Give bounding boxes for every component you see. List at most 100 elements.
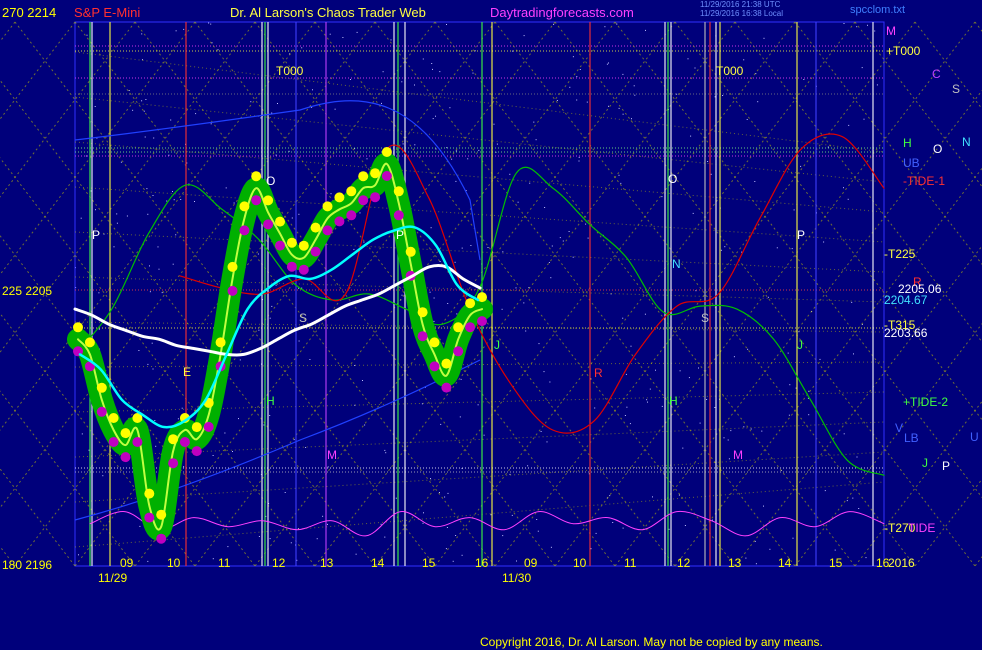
price-high-marker (310, 222, 321, 233)
price-low-marker (96, 406, 107, 417)
star-dot (145, 99, 147, 100)
chart-label-h-a: H (266, 394, 275, 408)
star-dot (175, 30, 177, 32)
site-link[interactable]: Daytradingforecasts.com (490, 6, 634, 19)
star-dot (755, 563, 757, 565)
star-dot (98, 328, 100, 330)
star-dot (634, 94, 636, 96)
star-dot (622, 317, 624, 319)
star-dot (684, 525, 686, 526)
star-dot (227, 546, 229, 548)
star-dot (728, 458, 730, 460)
star-dot (456, 313, 458, 315)
price-low-marker (334, 216, 345, 227)
x-date-2: 11/30 (502, 571, 532, 585)
star-dot (139, 525, 141, 527)
price-high-marker (381, 147, 392, 157)
price-level-2: 2204.67 (884, 293, 928, 307)
price-low-marker (381, 171, 392, 181)
star-dot (512, 50, 514, 52)
star-dot (516, 560, 517, 562)
star-dot (322, 515, 324, 517)
star-dot (624, 415, 626, 416)
star-dot (792, 537, 794, 539)
star-dot (791, 248, 793, 250)
star-dot (714, 407, 716, 408)
star-dot (430, 227, 432, 229)
star-dot (395, 497, 397, 499)
star-dot (431, 63, 433, 64)
price-high-marker (84, 337, 95, 348)
star-dot (793, 209, 795, 211)
price-low-marker (286, 261, 297, 272)
star-dot (843, 187, 844, 189)
star-dot (502, 251, 504, 253)
price-high-marker (96, 382, 107, 393)
star-dot (856, 456, 858, 458)
star-dot (679, 370, 681, 372)
star-dot (172, 263, 174, 265)
star-dot (772, 331, 774, 333)
star-dot (132, 109, 134, 111)
price-low-marker (477, 316, 487, 327)
star-dot (551, 245, 553, 247)
star-dot (730, 430, 732, 432)
star-dot (342, 37, 344, 38)
star-dot (445, 548, 447, 550)
chart-label-o-a: O (266, 174, 276, 188)
star-dot (250, 101, 252, 103)
x-tick-label: 09 (120, 556, 134, 570)
star-dot (210, 123, 212, 125)
star-dot (747, 348, 749, 350)
star-dot (769, 548, 771, 550)
star-dot (586, 101, 588, 103)
star-dot (572, 256, 574, 258)
price-low-marker (156, 533, 167, 544)
star-dot (224, 432, 226, 434)
slant-line (74, 481, 885, 548)
star-dot (595, 532, 597, 534)
star-dot (353, 248, 355, 250)
star-dot (618, 174, 620, 176)
star-dot (834, 549, 836, 551)
label-tide1: -TIDE-1 (903, 174, 945, 188)
star-dot (316, 538, 318, 540)
star-dot (401, 81, 403, 83)
price-low-marker (453, 346, 464, 357)
price-high-marker (453, 322, 464, 333)
star-dot (269, 317, 271, 319)
star-dot (238, 418, 239, 420)
star-dot (257, 253, 259, 255)
star-dot (477, 404, 479, 406)
star-dot (433, 320, 435, 322)
price-low-marker (132, 437, 143, 447)
star-dot (329, 33, 331, 35)
star-dot (808, 414, 810, 416)
price-high-marker (405, 246, 416, 257)
diagonal-line (734, 245, 982, 567)
chaos-trader-chart (0, 21, 982, 567)
star-dot (460, 378, 462, 380)
label-m: M (886, 24, 896, 38)
star-dot (233, 202, 235, 204)
star-dot (501, 308, 503, 310)
price-high-marker (393, 186, 404, 197)
copyright-notice: Copyright 2016, Dr. Al Larson. May not b… (480, 635, 823, 649)
star-dot (166, 200, 168, 202)
star-dot (578, 160, 580, 162)
price-low-marker (168, 458, 179, 469)
label-u: U (970, 430, 979, 444)
price-low-marker (203, 421, 214, 432)
chart-label-p-b: P (396, 228, 405, 242)
price-low-marker (275, 240, 285, 251)
star-dot (439, 261, 441, 262)
star-dot (763, 37, 765, 39)
star-dot (435, 148, 437, 150)
star-dot (616, 23, 618, 25)
star-dot (334, 108, 336, 110)
star-dot (446, 527, 448, 528)
star-dot (710, 173, 712, 175)
star-dot (269, 415, 271, 416)
star-dot (210, 23, 212, 25)
star-dot (149, 291, 151, 293)
